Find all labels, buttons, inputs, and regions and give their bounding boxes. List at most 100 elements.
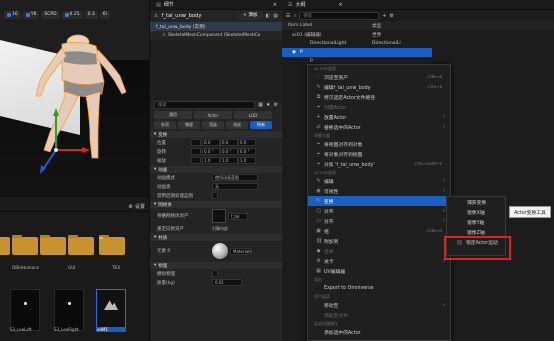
filter-tab[interactable]: 流送: [226, 121, 248, 129]
menu-item[interactable]: ▦ UV编辑器: [308, 266, 450, 276]
anim-class-select[interactable]: 无: [212, 183, 258, 190]
close-icon[interactable]: ×: [273, 2, 277, 8]
folder-item[interactable]: [68, 235, 94, 255]
x-field[interactable]: 1.0: [202, 157, 220, 164]
filter-icon[interactable]: ☰: [286, 13, 290, 19]
anim-mode-select[interactable]: 使用动画蓝图: [212, 174, 258, 181]
folder-item[interactable]: [40, 235, 66, 255]
menu-item[interactable]: ⚙ 关卡 ›: [308, 256, 450, 266]
menu-item[interactable]: ⌖ 将对象对齐到视图: [308, 149, 450, 159]
menu-item[interactable]: ✎ 编辑f_tal_unw_body CTRL+E: [308, 82, 450, 92]
mass-field[interactable]: 0.01: [212, 279, 242, 286]
tree-row-selected[interactable]: ◉ P: [282, 48, 432, 57]
tree-row[interactable]: DirectionalLight DirectionalLi: [282, 39, 554, 48]
blueprint-icon[interactable]: ◧: [266, 13, 271, 19]
checkbox[interactable]: [212, 192, 218, 199]
menu-item[interactable]: 添加选中的Actor: [308, 327, 450, 337]
submenu-item[interactable]: 捕获变换: [447, 197, 505, 207]
section-material[interactable]: ▾ 材质: [150, 234, 282, 241]
gear-icon[interactable]: ⚙: [274, 102, 278, 108]
col-type[interactable]: 类型: [372, 23, 381, 29]
menu-item[interactable]: ✎ 编辑 ›: [308, 176, 450, 186]
menu-item[interactable]: ⛓ 附加到 ›: [308, 236, 450, 246]
menu-item[interactable]: 添加至文件: [308, 310, 450, 320]
submenu-item[interactable]: 镜像X轴: [447, 207, 505, 217]
viewport-btn-5[interactable]: 0.3: [84, 11, 98, 19]
section-animation[interactable]: ▾ 动画: [150, 166, 282, 173]
folder-item[interactable]: [0, 237, 10, 255]
y-field[interactable]: 1.0: [220, 157, 238, 164]
menu-item[interactable]: + 放置Actor ›: [308, 112, 450, 122]
details-search-input[interactable]: 搜索: [154, 101, 256, 109]
material-select[interactable]: Materials: [230, 247, 252, 255]
eye-icon[interactable]: ◉: [292, 50, 296, 55]
filter-tab[interactable]: LOD: [234, 111, 272, 119]
outliner-tab[interactable]: ☰ 大纲 ×: [282, 0, 554, 10]
filter-tab[interactable]: 物理: [178, 121, 200, 129]
tree-row[interactable]: sc01 (编辑器) 世界: [282, 30, 554, 39]
section-physics[interactable]: ▾ 物理: [150, 262, 282, 269]
z-field[interactable]: 0.0: [238, 139, 256, 146]
section-transform[interactable]: ▾ 变换: [150, 131, 282, 138]
dropdown[interactable]: [191, 139, 201, 146]
menu-item[interactable]: ⇱ 变换 ›: [308, 196, 450, 206]
viewport-btn-4[interactable]: 0.25: [61, 11, 83, 19]
menu-item[interactable]: 移动至 ›: [308, 300, 450, 310]
z-field[interactable]: 0.0 °: [238, 148, 256, 155]
z-field[interactable]: 1.0: [238, 157, 256, 164]
asset-tile[interactable]: [54, 289, 84, 331]
folder-item[interactable]: [99, 235, 125, 255]
filter-tab[interactable]: 通用: [154, 111, 192, 119]
viewport-btn-2[interactable]: Y8: [22, 11, 40, 19]
menu-item[interactable]: ◦ 浏览至资产 CTRL+B: [308, 72, 450, 82]
component-row[interactable]: ♙ SkeletalMeshComponent (SkeletalMeshCo: [150, 31, 282, 40]
close-icon[interactable]: ×: [339, 2, 343, 8]
filter-tab[interactable]: 渲染: [202, 121, 224, 129]
checkbox[interactable]: [212, 270, 218, 277]
material-sphere[interactable]: [212, 243, 228, 259]
menu-item[interactable]: ⌖ 将视图对齐到对象: [308, 139, 450, 149]
grid-icon[interactable]: ▦: [273, 13, 278, 19]
menu-item[interactable]: ⌖ 对焦 'f_tal_unw_body' CTRL+SHIFT+F: [308, 159, 450, 169]
menu-item[interactable]: Export to Omniverse: [308, 283, 450, 293]
menu-item[interactable]: ⌖ 创建Actor: [308, 102, 450, 112]
grid-view-icon[interactable]: ▦: [258, 102, 263, 108]
submenu-item[interactable]: 镜像Y轴: [447, 217, 505, 227]
outliner-search-input[interactable]: 搜索: [299, 11, 380, 20]
section-mesh[interactable]: ▾ 网格体: [150, 201, 282, 208]
menu-item[interactable]: ⧉ 拷贝选定Actor文件路径: [308, 92, 450, 102]
viewport-btn-3[interactable]: SCPD: [41, 11, 60, 19]
asset-tile[interactable]: [10, 289, 40, 331]
gear-icon[interactable]: ⚙: [390, 13, 394, 19]
col-item-label[interactable]: Item Label: [288, 23, 372, 28]
star-icon[interactable]: ★: [266, 102, 270, 108]
filter-tab-all[interactable]: 所有: [250, 121, 272, 129]
filter-tab[interactable]: 杂项: [154, 121, 176, 129]
add-icon[interactable]: +: [382, 13, 386, 19]
viewport-btn-6[interactable]: 6l: [99, 11, 110, 19]
menu-item[interactable]: ▣ 组 CTRL+G: [308, 226, 450, 236]
folder-item[interactable]: [12, 235, 38, 255]
x-field[interactable]: 0.0 °: [202, 148, 220, 155]
menu-item[interactable]: ◉ 可视性 ›: [308, 186, 450, 196]
details-tab[interactable]: ▤ 细节 ×: [150, 0, 282, 10]
filter-tab[interactable]: Actor: [194, 111, 232, 119]
level-viewport[interactable]: 16 Y8 SCPD 0.25 0.3 6l: [0, 0, 149, 196]
asset-tile-selected[interactable]: [96, 289, 126, 331]
menu-item[interactable]: ◫ 对齐 ›: [308, 206, 450, 216]
component-root-row[interactable]: f_tal_unw_body (实例): [150, 22, 282, 31]
menu-item[interactable]: ◆ 合并: [308, 246, 450, 256]
y-field[interactable]: 0.0: [220, 139, 238, 146]
character-model[interactable]: [0, 22, 149, 196]
menu-item[interactable]: ⇄ 替换选中的Actor ›: [308, 122, 450, 132]
x-field[interactable]: 0.0: [202, 139, 220, 146]
y-field[interactable]: 0.0 °: [220, 148, 238, 155]
mesh-asset-select[interactable]: f_tal: [228, 212, 248, 220]
dropdown[interactable]: [191, 148, 201, 155]
add-component-button[interactable]: + 添加: [238, 12, 263, 20]
lock-icon[interactable]: [191, 157, 201, 164]
menu-item[interactable]: ▭ 对齐 ›: [308, 216, 450, 226]
content-settings-button[interactable]: ⚙ 设置: [129, 203, 146, 211]
viewport-btn-1[interactable]: 16: [4, 11, 21, 19]
mesh-thumbnail[interactable]: [212, 209, 226, 223]
